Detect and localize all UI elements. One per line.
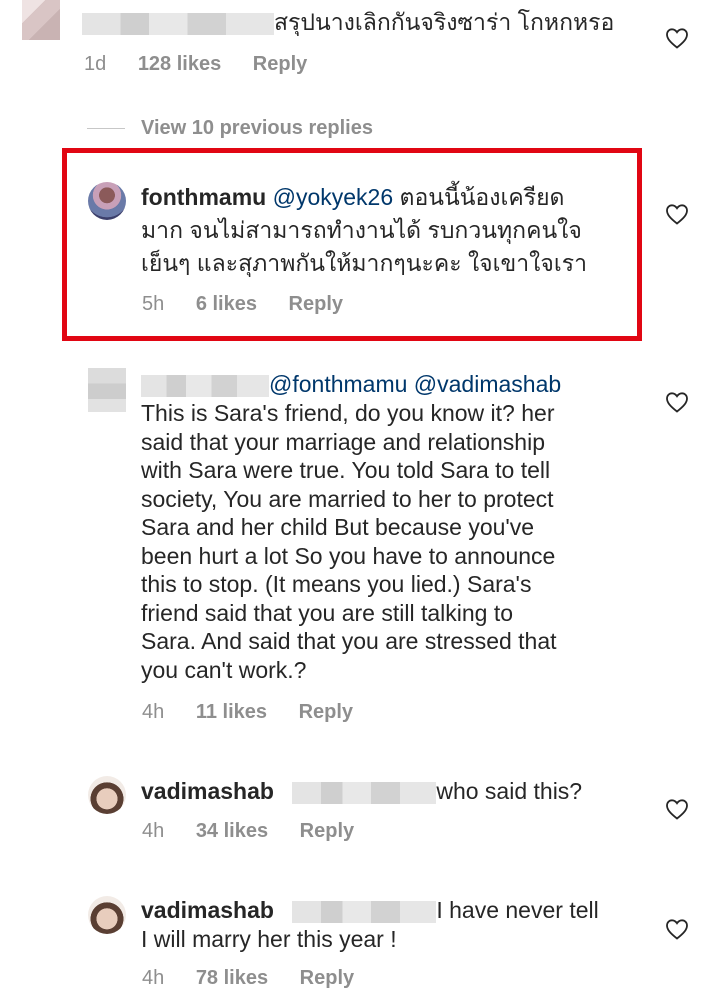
avatar-vadimashab[interactable] [88, 896, 126, 934]
reply4-username[interactable]: vadimashab [141, 897, 274, 923]
avatar-vadimashab[interactable] [88, 776, 126, 814]
view-replies-line [87, 128, 125, 129]
reply4-line1: vadimashab I have never tell [141, 897, 599, 923]
blurred-username [141, 374, 269, 397]
comment-meta: 1d 128 likes Reply [84, 53, 307, 76]
reply4-time: 4h [142, 967, 165, 989]
reply1-line1: fonthmamu @yokyek26 ตอนนี้น้องเครียด [141, 184, 565, 210]
comment-text: สรุปนางเลิกกันจริงซาร่า โกหกหรอ [82, 8, 614, 37]
reply2-meta: 4h 11 likes Reply [142, 701, 353, 724]
reply1-line3: เย็นๆ และสุภาพกันให้มากๆนะคะ ใจเขาใจเรา [141, 250, 587, 276]
reply3-meta: 4h 34 likes Reply [142, 820, 354, 843]
reply1-meta: 5h 6 likes Reply [142, 293, 343, 316]
reply3-likes[interactable]: 34 likes [196, 820, 268, 842]
reply2-line: this to stop. (It means you lied.) Sara'… [141, 571, 532, 597]
reply1-mention[interactable]: @yokyek26 [273, 184, 394, 210]
avatar-blurred[interactable] [22, 0, 60, 40]
heart-icon[interactable] [665, 798, 689, 820]
reply4-line2: I will marry her this year ! [141, 926, 397, 952]
reply2-line: friend said that you are still talking t… [141, 599, 514, 626]
reply1-reply-button[interactable]: Reply [289, 293, 343, 315]
reply2-line: said that your marriage and relationship [141, 428, 546, 455]
reply1-likes[interactable]: 6 likes [196, 293, 257, 315]
reply2-line: Sara and her child But because you've [141, 514, 535, 540]
reply3-time: 4h [142, 820, 165, 842]
reply2-line0: @fonthmamu @vadimashab [141, 370, 561, 399]
reply2-reply-button[interactable]: Reply [299, 701, 353, 723]
heart-icon[interactable] [665, 203, 689, 225]
reply2-likes[interactable]: 11 likes [196, 701, 267, 723]
avatar-blurred[interactable] [88, 368, 126, 412]
reply2-line: society, You are married to her to prote… [141, 485, 554, 512]
heart-icon[interactable] [665, 27, 689, 49]
reply2-line: Sara. And said that you are stressed tha… [141, 628, 557, 654]
reply4-likes[interactable]: 78 likes [196, 967, 268, 989]
reply4-reply-button[interactable]: Reply [300, 967, 354, 989]
reply3-reply-button[interactable]: Reply [300, 820, 354, 842]
blurred-username [82, 12, 274, 35]
reply1-time: 5h [142, 293, 165, 315]
reply2-body: This is Sara's friend, do you know it? h… [141, 399, 557, 684]
reply2-line: with Sara were true. You told Sara to te… [141, 457, 551, 483]
heart-icon[interactable] [665, 918, 689, 940]
avatar-fonthmamu[interactable] [88, 182, 126, 220]
reply2-time: 4h [142, 701, 165, 723]
reply3-line: vadimashab who said this? [141, 778, 583, 804]
view-previous-replies[interactable]: View 10 previous replies [141, 117, 373, 140]
reply1-line2: มาก จนไม่สามารถทำงานได้ รบกวนทุกคนใจ [141, 217, 582, 243]
reply2-line: been hurt a lot So you have to announce [141, 542, 556, 569]
reply4-meta: 4h 78 likes Reply [142, 967, 354, 990]
reply3-username[interactable]: vadimashab [141, 778, 274, 804]
reply1-username[interactable]: fonthmamu [141, 184, 266, 210]
comment-time: 1d [84, 53, 107, 75]
blurred-mention [292, 781, 437, 804]
reply2-line: you can't work.? [141, 656, 307, 683]
reply2-line: This is Sara's friend, do you know it? h… [141, 400, 555, 426]
comment-reply-button[interactable]: Reply [253, 53, 307, 75]
heart-icon[interactable] [665, 391, 689, 413]
reply2-mentions[interactable]: @fonthmamu @vadimashab [269, 371, 561, 397]
blurred-mention [292, 900, 437, 923]
comment-likes[interactable]: 128 likes [138, 53, 221, 75]
